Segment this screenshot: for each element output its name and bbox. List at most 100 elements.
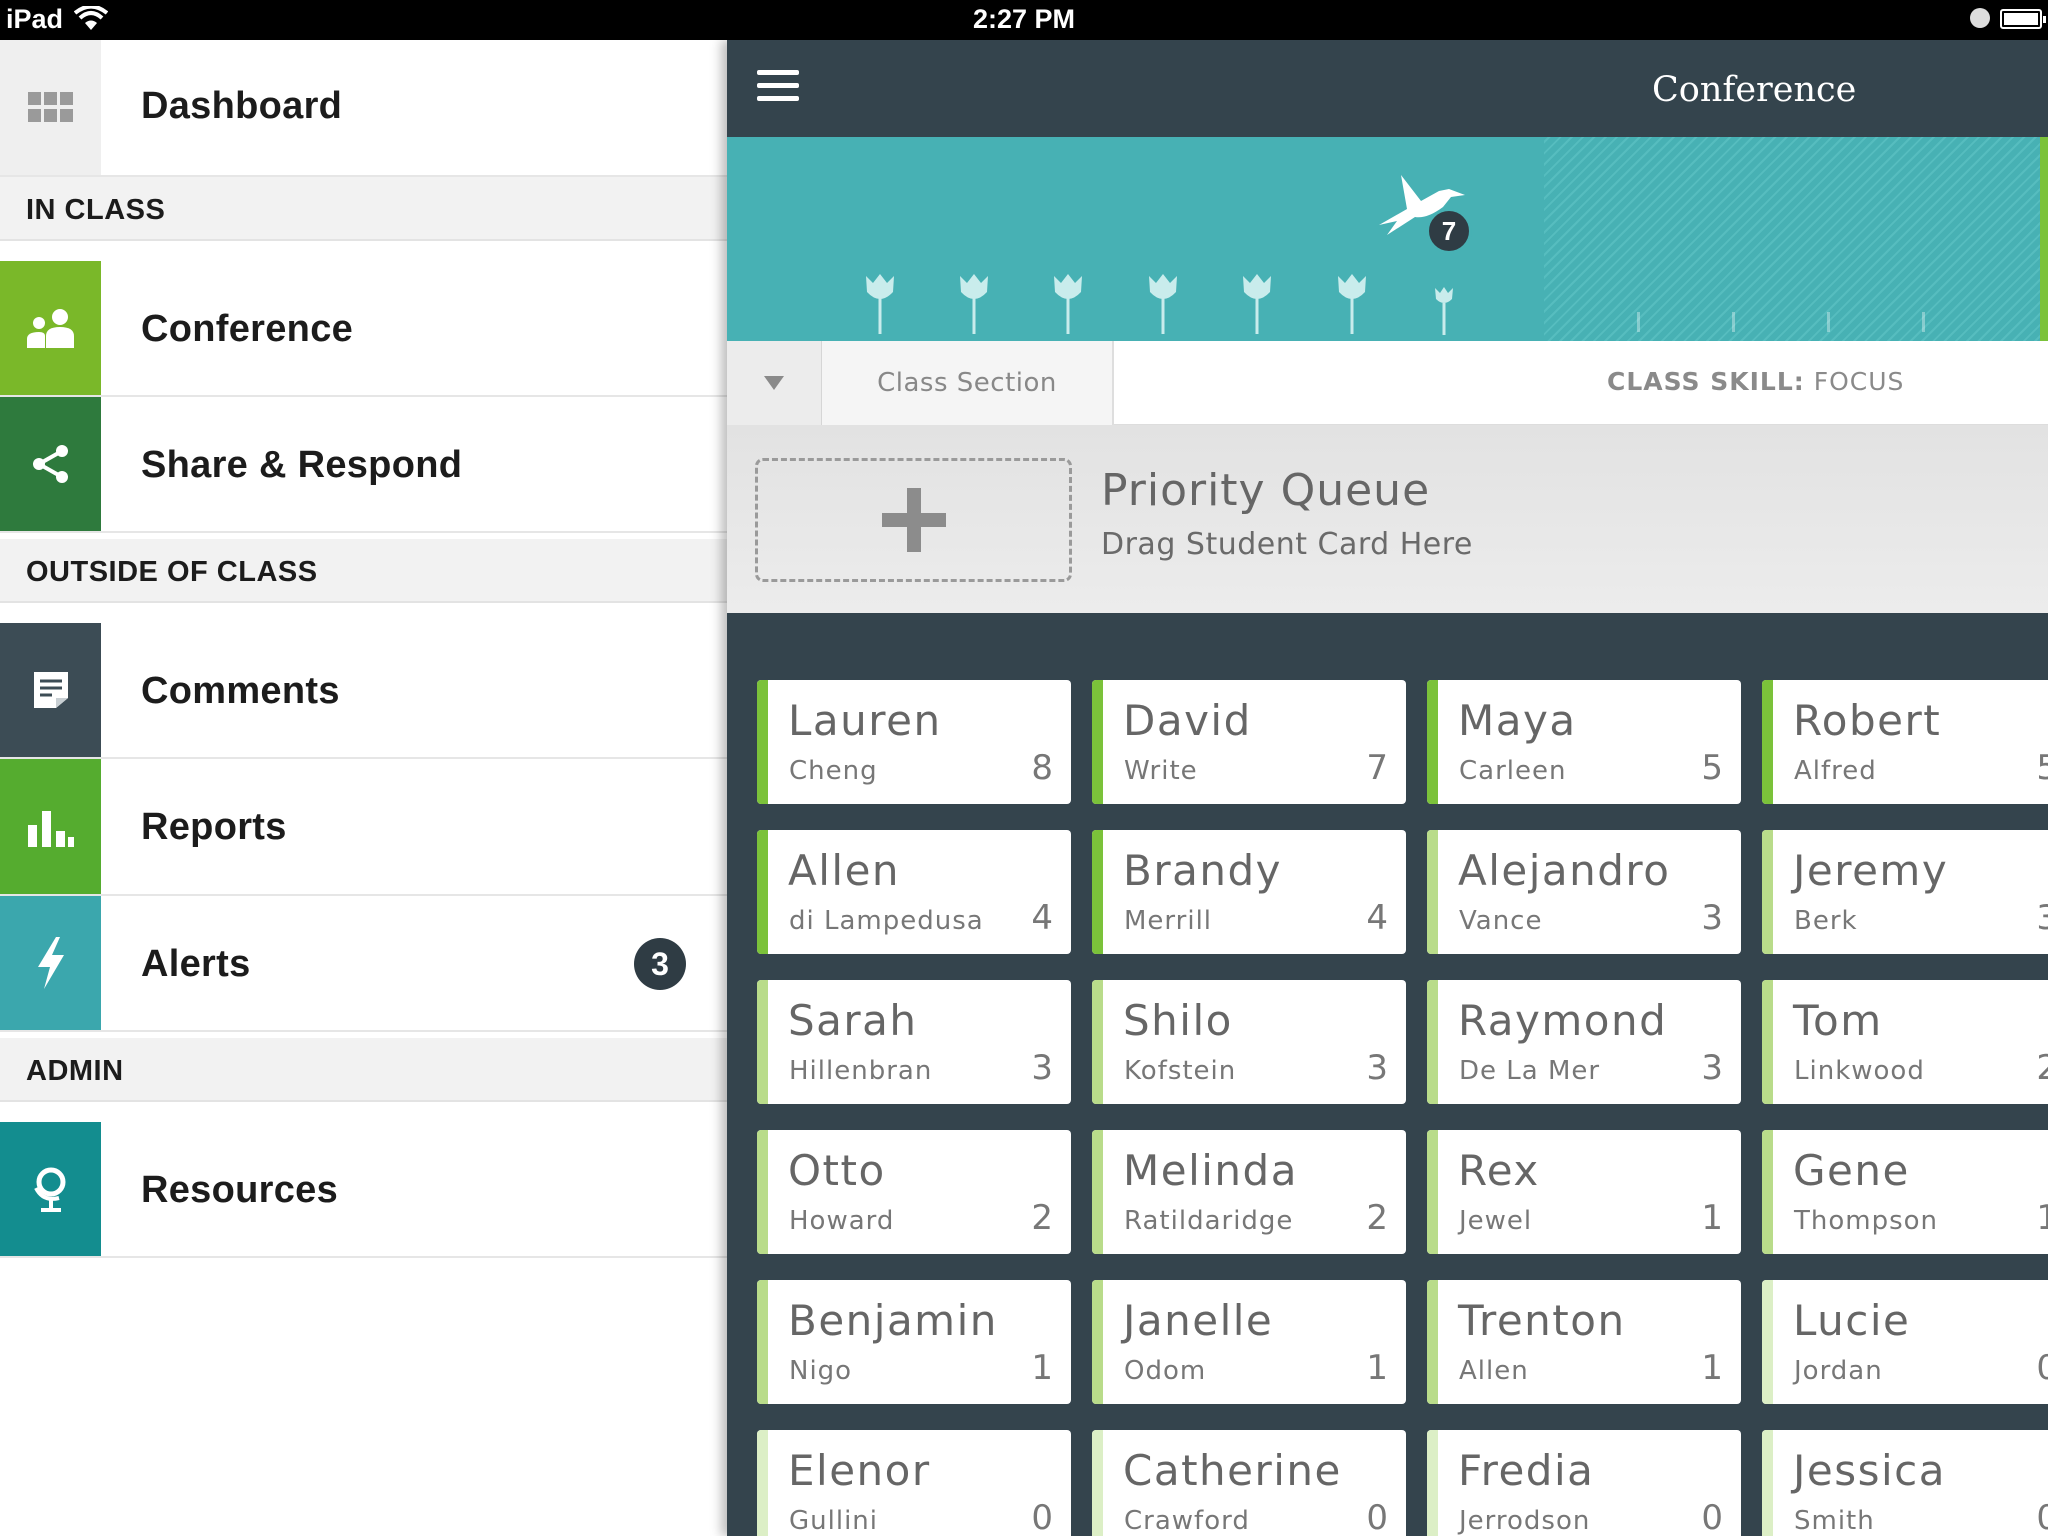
student-last-name: Alfred — [1794, 756, 1877, 786]
student-last-name: Carleen — [1459, 756, 1567, 786]
sidebar: Dashboard IN CLASS Conference Share & Re… — [0, 40, 727, 1536]
class-section-tab[interactable]: Class Section — [822, 341, 1114, 425]
status-time: 2:27 PM — [972, 4, 1076, 34]
student-status-bar — [1427, 830, 1438, 954]
student-card[interactable]: Elenor Gullini 0 — [757, 1430, 1071, 1536]
tulip-icon — [1243, 274, 1271, 334]
student-card[interactable]: Janelle Odom 1 — [1092, 1280, 1406, 1404]
menu-icon[interactable] — [757, 70, 799, 104]
page-title: Conference — [1652, 70, 1857, 110]
student-score: 1 — [1031, 1348, 1053, 1388]
student-last-name: Merrill — [1124, 906, 1213, 936]
student-card[interactable]: Gene Thompson 1 — [1762, 1130, 2048, 1254]
student-first-name: Gene — [1793, 1146, 1910, 1195]
student-card[interactable]: Tom Linkwood 2 — [1762, 980, 2048, 1104]
priority-queue: Priority Queue Drag Student Card Here — [727, 425, 2048, 613]
student-card[interactable]: Alejandro Vance 3 — [1427, 830, 1741, 954]
sidebar-item-reports[interactable]: Reports — [0, 759, 727, 896]
student-score: 2 — [2036, 1048, 2048, 1088]
sidebar-item-comments[interactable]: Comments — [0, 623, 727, 759]
student-score: 8 — [1031, 748, 1053, 788]
tulip-icon — [960, 274, 988, 334]
student-last-name: Smith — [1794, 1506, 1875, 1536]
class-skill-label: CLASS SKILL: FOCUS — [1607, 367, 1904, 396]
student-card[interactable]: Brandy Merrill 4 — [1092, 830, 1406, 954]
student-card[interactable]: Lauren Cheng 8 — [757, 680, 1071, 804]
section-dropdown-button[interactable] — [727, 341, 822, 425]
student-card[interactable]: Robert Alfred 5 — [1762, 680, 2048, 804]
section-title: OUTSIDE OF CLASS — [26, 556, 318, 588]
student-card[interactable]: Jeremy Berk 3 — [1762, 830, 2048, 954]
student-card[interactable]: Raymond De La Mer 3 — [1427, 980, 1741, 1104]
globe-icon — [0, 1122, 101, 1256]
sidebar-item-label: Alerts — [141, 943, 251, 985]
sidebar-item-alerts[interactable]: Alerts 3 — [0, 896, 727, 1032]
student-card[interactable]: Sarah Hillenbran 3 — [757, 980, 1071, 1104]
student-score: 0 — [2036, 1498, 2048, 1536]
progress-tick — [1732, 312, 1735, 332]
student-status-bar — [1762, 980, 1773, 1104]
student-score: 7 — [1366, 748, 1388, 788]
student-last-name: di Lampedusa — [789, 906, 984, 936]
student-last-name: Kofstein — [1124, 1056, 1237, 1086]
priority-queue-title: Priority Queue — [1101, 465, 1431, 516]
student-status-bar — [1092, 980, 1103, 1104]
section-header-outside-class: OUTSIDE OF CLASS — [0, 539, 727, 603]
student-card[interactable]: Jessica Smith 0 — [1762, 1430, 2048, 1536]
priority-queue-hint: Drag Student Card Here — [1101, 527, 1473, 562]
student-card[interactable]: Benjamin Nigo 1 — [757, 1280, 1071, 1404]
student-last-name: Allen — [1459, 1356, 1529, 1386]
student-score: 5 — [1701, 748, 1723, 788]
student-first-name: Allen — [788, 846, 901, 895]
student-card[interactable]: Otto Howard 2 — [757, 1130, 1071, 1254]
student-status-bar — [757, 1280, 768, 1404]
student-first-name: Trenton — [1458, 1296, 1626, 1345]
sidebar-item-label: Conference — [141, 308, 354, 350]
top-bar: Conference — [727, 40, 2048, 137]
sidebar-item-label: Share & Respond — [141, 444, 463, 486]
student-first-name: Janelle — [1123, 1296, 1274, 1345]
student-score: 1 — [1701, 1198, 1723, 1238]
student-status-bar — [1762, 680, 1773, 804]
student-score: 0 — [1366, 1498, 1388, 1536]
student-status-bar — [1762, 830, 1773, 954]
student-last-name: Thompson — [1794, 1206, 1939, 1236]
student-status-bar — [757, 980, 768, 1104]
student-status-bar — [1092, 1280, 1103, 1404]
student-first-name: Sarah — [788, 996, 918, 1045]
student-first-name: Maya — [1458, 696, 1577, 745]
student-status-bar — [1092, 680, 1103, 804]
sidebar-item-dashboard[interactable]: Dashboard — [0, 40, 727, 177]
student-card[interactable]: Fredia Jerrodson 0 — [1427, 1430, 1741, 1536]
student-last-name: Gullini — [789, 1506, 878, 1536]
student-status-bar — [1762, 1280, 1773, 1404]
student-card[interactable]: Lucie Jordan 0 — [1762, 1280, 2048, 1404]
student-last-name: Vance — [1459, 906, 1543, 936]
student-card[interactable]: David Write 7 — [1092, 680, 1406, 804]
grid-icon — [0, 40, 101, 175]
student-card[interactable]: Rex Jewel 1 — [1427, 1130, 1741, 1254]
student-status-bar — [1762, 1430, 1773, 1536]
tulip-icon — [1338, 274, 1366, 334]
student-card-grid: Lauren Cheng 8 David Write 7 Maya Carleen 5 Rober… — [727, 613, 2048, 1536]
sidebar-item-share-respond[interactable]: Share & Respond — [0, 397, 727, 533]
priority-drop-zone[interactable] — [755, 458, 1072, 582]
student-card[interactable]: Catherine Crawford 0 — [1092, 1430, 1406, 1536]
student-status-bar — [1427, 1280, 1438, 1404]
student-first-name: Lucie — [1793, 1296, 1911, 1345]
student-first-name: Jessica — [1793, 1446, 1946, 1495]
sidebar-item-resources[interactable]: Resources — [0, 1122, 727, 1258]
student-card[interactable]: Shilo Kofstein 3 — [1092, 980, 1406, 1104]
student-card[interactable]: Melinda Ratildaridge 2 — [1092, 1130, 1406, 1254]
progress-tick — [1922, 312, 1925, 332]
student-card[interactable]: Allen di Lampedusa 4 — [757, 830, 1071, 954]
class-skill-value: FOCUS — [1813, 367, 1905, 396]
sidebar-item-conference[interactable]: Conference — [0, 261, 727, 397]
student-last-name: Nigo — [789, 1356, 853, 1386]
student-score: 2 — [1031, 1198, 1053, 1238]
student-card[interactable]: Trenton Allen 1 — [1427, 1280, 1741, 1404]
student-score: 3 — [2036, 898, 2048, 938]
student-card[interactable]: Maya Carleen 5 — [1427, 680, 1741, 804]
banner-edge — [2040, 137, 2048, 341]
student-first-name: Fredia — [1458, 1446, 1595, 1495]
